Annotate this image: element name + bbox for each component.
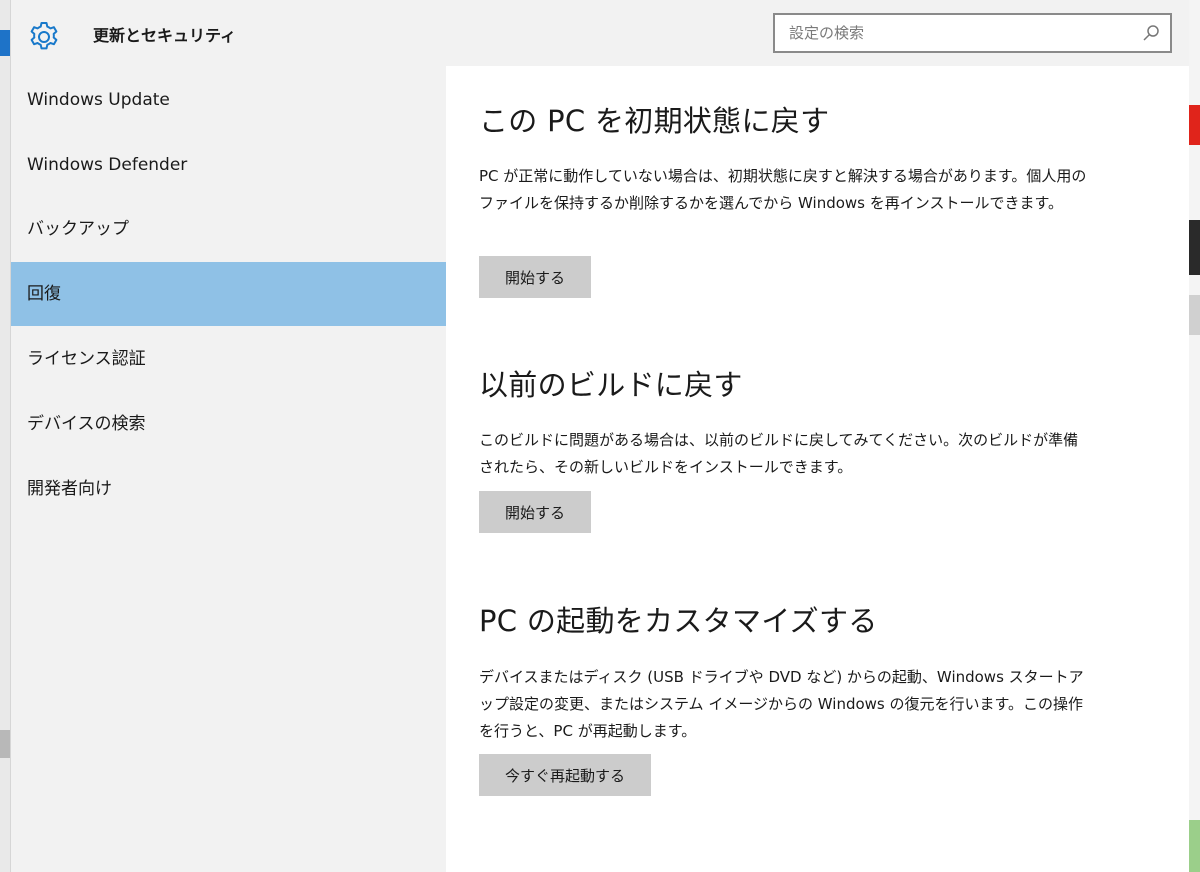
settings-window: 更新とセキュリティ Windows Update Windows Defende… (10, 0, 1189, 872)
sidebar-item-label: Windows Defender (27, 155, 188, 175)
previous-build-start-button[interactable]: 開始する (479, 491, 592, 533)
sidebar: Windows Update Windows Defender バックアップ 回… (11, 66, 446, 872)
background-app-green-strip (1188, 820, 1200, 872)
search-icon[interactable] (1142, 24, 1160, 42)
section-title-previous-build: 以前のビルドに戻す (479, 368, 743, 402)
sidebar-item-windows-update[interactable]: Windows Update (11, 68, 446, 132)
header-bar: 更新とセキュリティ (11, 0, 1189, 66)
sidebar-item-recovery[interactable]: 回復 (11, 262, 446, 326)
search-box[interactable] (773, 13, 1172, 53)
section-description-advanced-startup: デバイスまたはディスク (USB ドライブや DVD など) からの起動、Win… (479, 668, 1084, 740)
sidebar-item-label: バックアップ (27, 219, 129, 239)
background-app-dark-strip (1188, 220, 1200, 275)
restart-now-button[interactable]: 今すぐ再起動する (479, 754, 652, 796)
sidebar-item-activation[interactable]: ライセンス認証 (11, 327, 446, 391)
sidebar-item-backup[interactable]: バックアップ (11, 197, 446, 261)
sidebar-item-label: ライセンス認証 (27, 349, 146, 369)
section-description-reset-pc: PC が正常に動作していない場合は、初期状態に戻すと解決する場合があります。個人… (479, 167, 1087, 212)
section-title-reset-pc: この PC を初期状態に戻す (479, 104, 830, 138)
section-description-previous-build: このビルドに問題がある場合は、以前のビルドに戻してみてください。次のビルドが準備… (479, 431, 1079, 476)
gear-icon[interactable] (27, 20, 61, 54)
sidebar-item-label: 開発者向け (27, 479, 112, 499)
background-app-left-edge (0, 0, 10, 872)
reset-pc-start-button[interactable]: 開始する (479, 256, 592, 298)
sidebar-item-label: Windows Update (27, 90, 170, 110)
sidebar-item-label: 回復 (27, 284, 61, 304)
background-app-red-strip (1188, 105, 1200, 145)
sidebar-item-for-developers[interactable]: 開発者向け (11, 457, 446, 521)
background-app-blue-strip (0, 30, 10, 56)
main-content: この PC を初期状態に戻す PC が正常に動作していない場合は、初期状態に戻す… (446, 66, 1189, 872)
sidebar-item-label: デバイスの検索 (27, 414, 146, 434)
section-title-advanced-startup: PC の起動をカスタマイズする (479, 604, 878, 638)
background-app-gray-strip (1188, 295, 1200, 335)
sidebar-item-find-my-device[interactable]: デバイスの検索 (11, 392, 446, 456)
background-app-right-edge (1188, 0, 1200, 872)
page-title: 更新とセキュリティ (93, 26, 237, 45)
search-input[interactable] (775, 15, 1129, 51)
sidebar-item-windows-defender[interactable]: Windows Defender (11, 133, 446, 197)
background-app-gray-strip (0, 730, 10, 758)
